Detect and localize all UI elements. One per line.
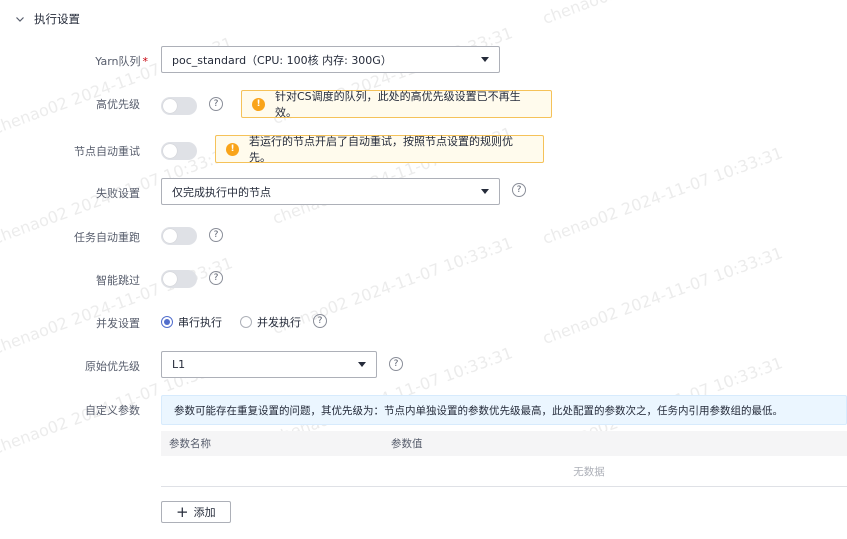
yarn-queue-select[interactable]: poc_standard（CPU: 100核 内存: 300G） [161,46,500,73]
smart-skip-toggle[interactable] [161,270,197,288]
warning-icon: ! [252,97,265,111]
toggle-knob [163,229,177,243]
watermark: chenao02 2024-11-07 10:33:31 [0,253,236,358]
failure-setting-select[interactable]: 仅完成执行中的节点 [161,178,500,205]
help-icon[interactable]: ? [389,357,403,371]
warning-text: 针对CS调度的队列，此处的高优先级设置已不再生效。 [275,90,521,119]
radio-serial[interactable]: 串行执行 [161,314,222,330]
section-header[interactable]: 执行设置 [14,10,80,28]
original-priority-select[interactable]: L1 [161,351,377,378]
plus-icon: + [176,502,189,521]
original-priority-value: L1 [172,358,186,371]
radio-dot-checked [161,316,173,328]
caret-down-icon [481,57,489,62]
watermark: chenao02 2024-11-07 10:33:31 [270,233,516,338]
task-auto-rerun-toggle[interactable] [161,227,197,245]
yarn-queue-value: poc_standard（CPU: 100核 内存: 300G） [172,53,392,67]
watermark: chenao02 2024-11-07 10:33:31 [540,143,786,248]
add-button-label: 添加 [193,506,216,519]
toggle-knob [163,272,177,286]
watermark: chenao02 2024-11-07 10:33:31 [540,243,786,348]
caret-down-icon [481,189,489,194]
smart-skip-label: 智能跳过 [96,274,140,287]
node-auto-retry-label: 节点自动重试 [74,145,140,158]
high-priority-toggle[interactable] [161,97,197,115]
help-icon[interactable]: ? [313,314,327,328]
help-icon[interactable]: ? [512,183,526,197]
radio-label: 串行执行 [178,316,222,329]
high-priority-label: 高优先级 [96,98,140,111]
toggle-knob [163,99,177,113]
yarn-queue-label: Yarn队列 * [95,55,149,68]
watermark: chenao02 2024-11-07 10:33:31 [540,0,785,28]
failure-setting-value: 仅完成执行中的节点 [172,185,271,199]
add-param-button[interactable]: + 添加 [161,501,231,523]
high-priority-warning: ! 针对CS调度的队列，此处的高优先级设置已不再生效。 [241,90,552,119]
node-auto-retry-toggle[interactable] [161,142,197,160]
radio-label: 并发执行 [257,316,301,329]
custom-params-info: 参数可能存在重复设置的问题，其优先级为：节点内单独设置的参数优先级最高，此处配置… [161,395,847,425]
warning-text: 若运行的节点开启了自动重试，按照节点设置的规则优先。 [249,135,513,164]
info-text: 参数可能存在重复设置的问题，其优先级为：节点内单独设置的参数优先级最高，此处配置… [174,404,783,417]
column-header-name: 参数名称 [169,438,211,450]
node-auto-retry-warning: ! 若运行的节点开启了自动重试，按照节点设置的规则优先。 [215,135,544,164]
radio-dot-unchecked [240,316,252,328]
help-icon[interactable]: ? [209,97,223,111]
empty-text: 无数据 [573,465,605,478]
toggle-knob [163,144,177,158]
section-title: 执行设置 [34,12,80,26]
warning-icon: ! [226,142,239,156]
failure-setting-label: 失败设置 [96,187,140,200]
custom-params-label: 自定义参数 [85,404,140,417]
chevron-down-icon [16,17,24,22]
caret-down-icon [358,362,366,367]
help-icon[interactable]: ? [209,228,223,242]
params-table-empty: 无数据 [161,456,847,487]
help-icon[interactable]: ? [209,271,223,285]
concurrency-label: 并发设置 [96,317,140,330]
radio-parallel[interactable]: 并发执行 [240,314,301,330]
original-priority-label: 原始优先级 [85,360,140,373]
required-mark: * [142,55,149,68]
task-auto-rerun-label: 任务自动重跑 [74,231,140,244]
params-table-header: 参数名称 参数值 [161,431,847,456]
column-header-value: 参数值 [391,438,423,450]
